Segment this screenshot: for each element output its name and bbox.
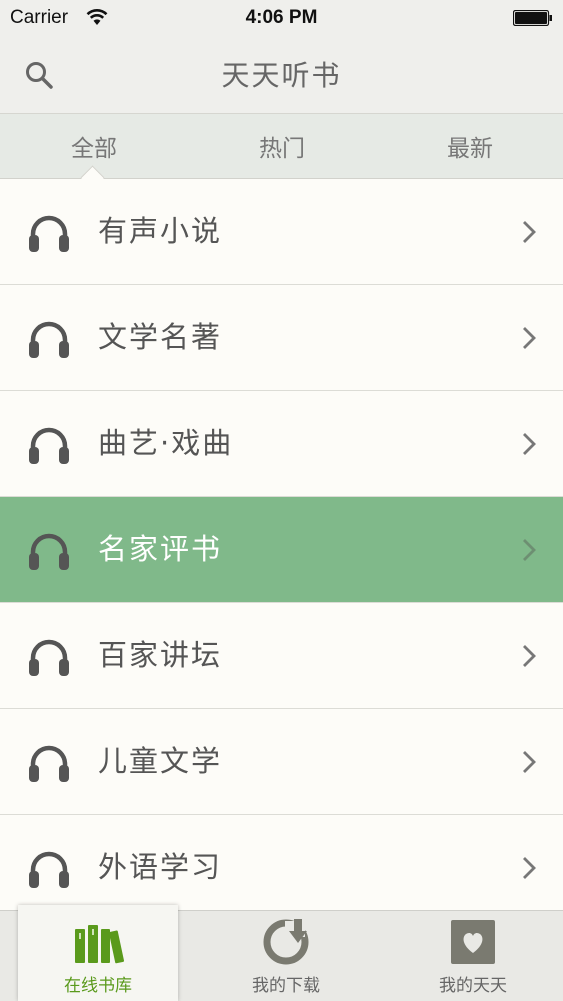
status-bar: Carrier 4:06 PM bbox=[0, 0, 563, 36]
tab-label: 我的下载 bbox=[252, 976, 320, 996]
headphones-icon bbox=[29, 851, 69, 888]
navigation-bar: 天天听书 bbox=[0, 36, 563, 114]
tab-bar: 在线书库 我的下载 我的天天 bbox=[0, 905, 563, 1001]
list-item-label: 百家讲坛 bbox=[98, 638, 223, 672]
list-item-label: 儿童文学 bbox=[98, 744, 223, 778]
download-icon bbox=[263, 919, 309, 965]
list-item-label: 有声小说 bbox=[98, 214, 223, 248]
chevron-right-icon bbox=[523, 327, 536, 349]
chevron-right-icon bbox=[523, 751, 536, 773]
chevron-right-icon bbox=[523, 645, 536, 667]
list-item-label: 名家评书 bbox=[98, 532, 223, 566]
tab-new[interactable]: 最新 bbox=[376, 114, 563, 178]
headphones-icon bbox=[29, 427, 69, 464]
chevron-right-icon bbox=[523, 539, 536, 561]
tab-online-library[interactable]: 在线书库 bbox=[18, 905, 178, 1001]
books-icon bbox=[75, 925, 125, 964]
tab-my-tiantian[interactable]: 我的天天 bbox=[393, 911, 553, 1001]
list-item[interactable]: 百家讲坛 bbox=[0, 603, 563, 709]
tab-label: 在线书库 bbox=[64, 976, 132, 996]
chevron-right-icon bbox=[523, 433, 536, 455]
headphones-icon bbox=[29, 639, 69, 676]
headphones-icon bbox=[29, 533, 69, 570]
headphones-icon bbox=[29, 215, 69, 252]
list-item-selected[interactable]: 名家评书 bbox=[0, 497, 563, 603]
list-item[interactable]: 文学名著 bbox=[0, 285, 563, 391]
list-item[interactable]: 有声小说 bbox=[0, 179, 563, 285]
category-list: 有声小说 文学名著 曲艺·戏曲 名家评书 百家讲坛 儿童文学 外语学习 bbox=[0, 179, 563, 921]
headphones-icon bbox=[29, 745, 69, 782]
headphones-icon bbox=[29, 321, 69, 358]
page-title: 天天听书 bbox=[221, 59, 342, 92]
heart-icon bbox=[451, 920, 495, 964]
chevron-right-icon bbox=[523, 857, 536, 879]
list-item[interactable]: 儿童文学 bbox=[0, 709, 563, 815]
list-item[interactable]: 曲艺·戏曲 bbox=[0, 391, 563, 497]
tab-label: 我的天天 bbox=[439, 976, 507, 996]
tab-my-downloads[interactable]: 我的下载 bbox=[206, 911, 366, 1001]
list-item-label: 曲艺·戏曲 bbox=[98, 426, 234, 460]
status-time: 4:06 PM bbox=[245, 7, 318, 28]
list-item-label: 文学名著 bbox=[98, 320, 223, 354]
segment-control: 全部 热门 最新 bbox=[0, 114, 563, 190]
tab-hot[interactable]: 热门 bbox=[188, 114, 376, 178]
chevron-right-icon bbox=[523, 221, 536, 243]
battery-icon bbox=[513, 10, 552, 26]
